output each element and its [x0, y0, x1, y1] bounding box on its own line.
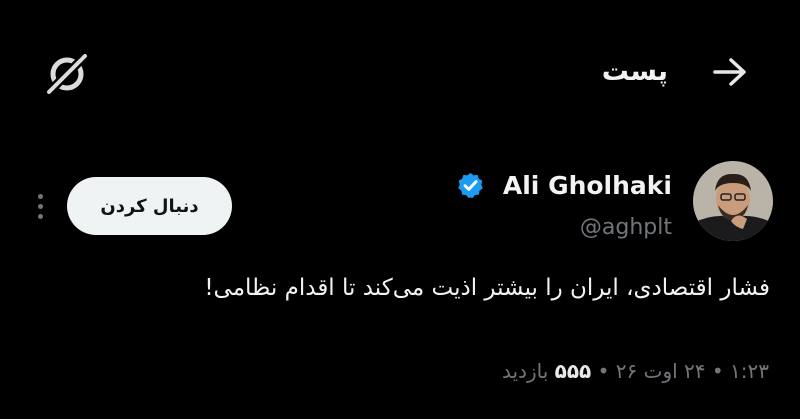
- page-title: پست: [601, 56, 668, 87]
- verified-badge-icon: [458, 172, 483, 199]
- more-options-icon[interactable]: [30, 188, 50, 224]
- tweet-meta: ۱:۲۳ • ۲۴ اوت ۲۶ • ۵۵۵ بازدید: [502, 356, 769, 386]
- back-button[interactable]: [705, 50, 755, 94]
- display-name[interactable]: Ali Gholhaki: [503, 170, 672, 202]
- meta-separator: •: [711, 359, 724, 383]
- views-label: بازدید: [501, 359, 549, 383]
- tweet-time[interactable]: ۱:۲۳: [730, 359, 769, 383]
- user-handle[interactable]: @aghplt: [580, 213, 672, 243]
- top-bar: پست: [0, 0, 800, 138]
- views-count: ۵۵۵: [554, 359, 592, 383]
- tweet-date[interactable]: ۲۴ اوت ۲۶: [616, 359, 706, 383]
- tweet-text: فشار اقتصادی، ایران را بیشتر اذیت می‌کند…: [204, 275, 770, 301]
- x-logo-icon[interactable]: [40, 47, 94, 101]
- arrow-right-icon: [713, 58, 746, 86]
- follow-button[interactable]: دنبال کردن: [67, 177, 232, 235]
- meta-separator: •: [597, 359, 610, 383]
- avatar[interactable]: [693, 161, 773, 241]
